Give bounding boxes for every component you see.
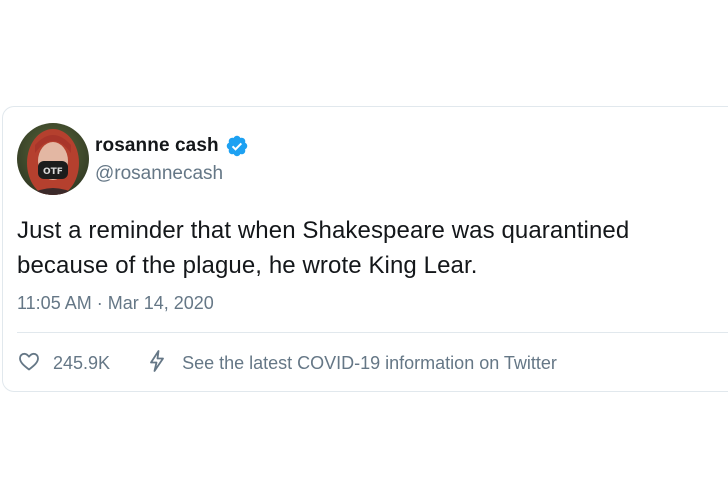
tweet-actions: 245.9K See the latest COVID-19 informati… xyxy=(17,349,557,378)
mask-text: OTF xyxy=(43,167,63,177)
like-button[interactable]: 245.9K xyxy=(17,349,110,378)
tweet-card[interactable]: OTF rosanne cash @rosannecash Just a rem… xyxy=(2,106,728,392)
profile-photo-avatar: OTF xyxy=(17,123,89,195)
covid-info-label[interactable]: See the latest COVID-19 information on T… xyxy=(182,353,557,374)
like-count: 245.9K xyxy=(53,352,111,373)
author-name-row[interactable]: rosanne cash xyxy=(95,134,249,158)
heart-icon xyxy=(17,349,41,378)
user-handle[interactable]: @rosannecash xyxy=(95,163,223,185)
covid-info-link[interactable]: See the latest COVID-19 information on T… xyxy=(146,349,557,378)
lightning-bolt-icon xyxy=(146,349,168,378)
avatar[interactable]: OTF xyxy=(17,123,89,195)
tweet-timestamp[interactable]: 11:05 AM · Mar 14, 2020 xyxy=(17,293,214,314)
divider xyxy=(17,332,728,333)
tweet-text: Just a reminder that when Shakespeare wa… xyxy=(17,217,630,279)
display-name[interactable]: rosanne cash xyxy=(95,135,219,157)
verified-badge-icon xyxy=(225,134,249,158)
